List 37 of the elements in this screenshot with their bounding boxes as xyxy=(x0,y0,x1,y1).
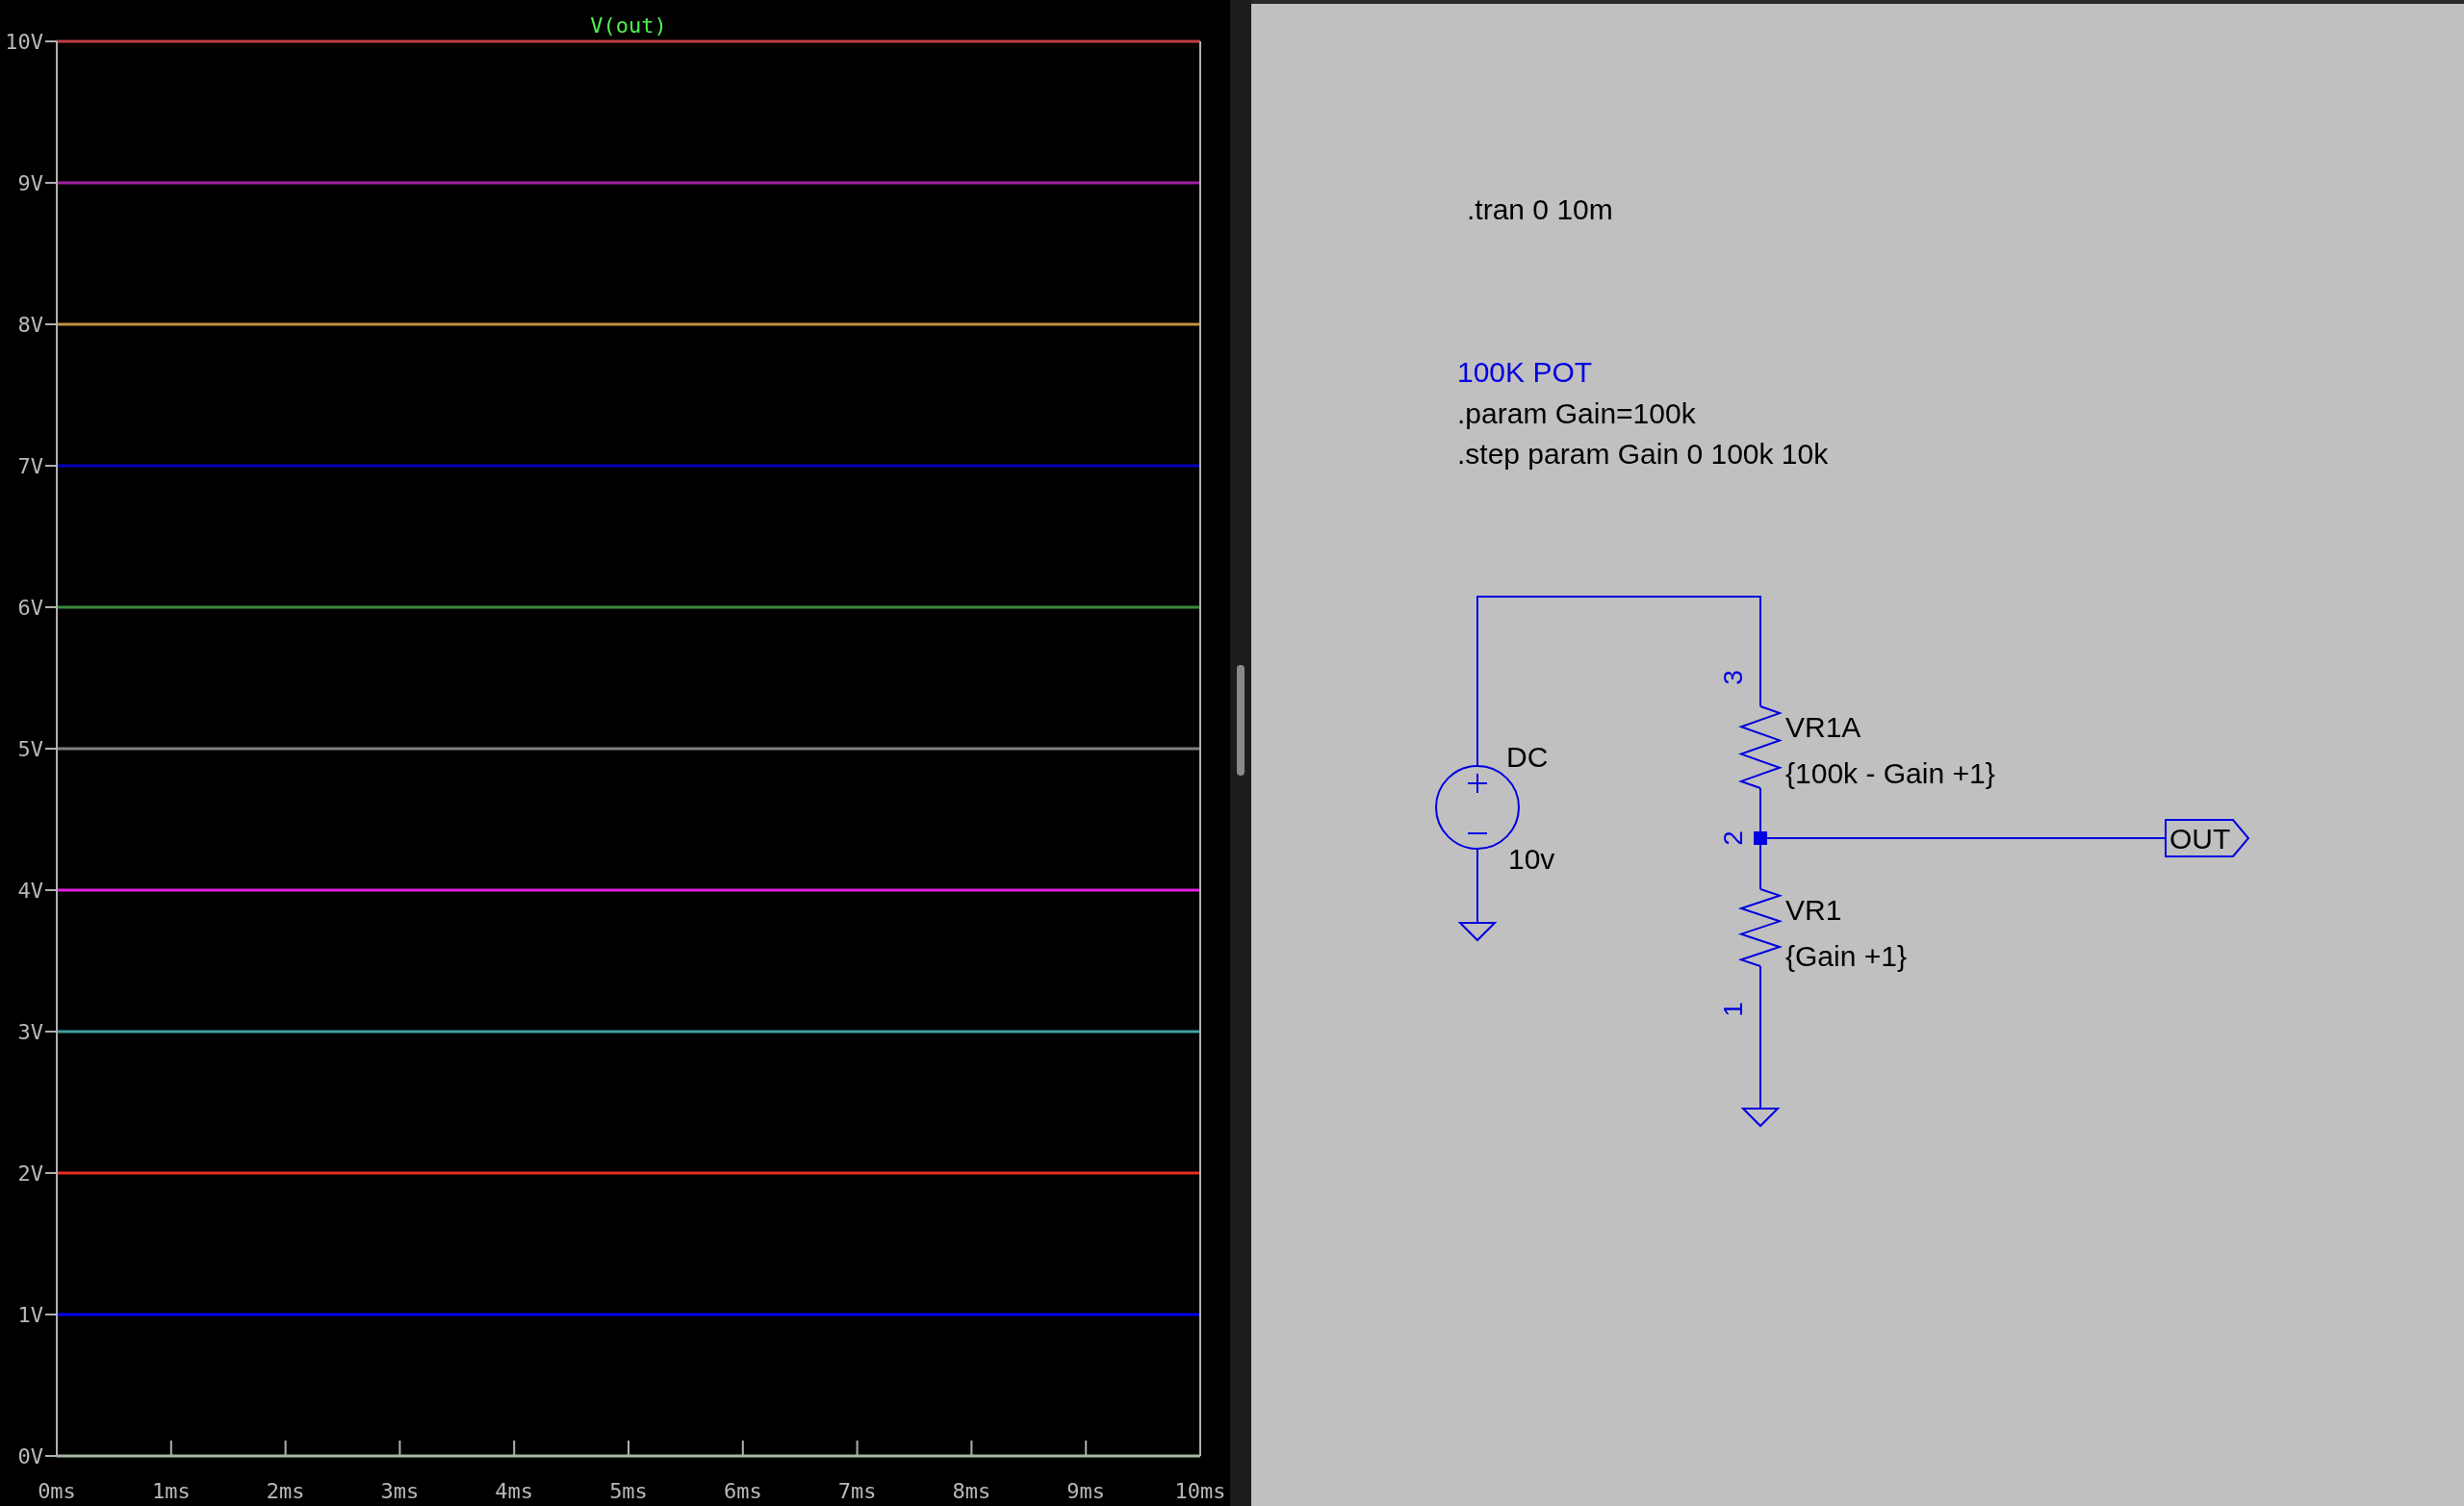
component-name: DC xyxy=(1506,741,1549,773)
tick-label: 2V xyxy=(17,1161,43,1186)
pin-number: 3 xyxy=(1718,670,1748,685)
tick-label: 6V xyxy=(17,596,43,620)
tick-label: 7V xyxy=(17,454,43,478)
tick-label: 8V xyxy=(17,313,43,337)
schematic-comment: 100K POT xyxy=(1457,356,1593,388)
component-value: {Gain +1} xyxy=(1785,940,1907,972)
tick-label: 10V xyxy=(5,30,43,54)
net-label: OUT xyxy=(2165,819,2250,857)
pin-number: 1 xyxy=(1718,1002,1748,1017)
component-name: VR1A xyxy=(1785,711,1861,743)
tick-label: 9ms xyxy=(1066,1479,1106,1503)
tick-label: 1V xyxy=(17,1303,43,1327)
tick-label: 5V xyxy=(17,737,43,761)
tick-label: 4V xyxy=(17,879,43,903)
tick-label: 0V xyxy=(17,1444,43,1468)
spice-directive: .param Gain=100k xyxy=(1457,397,1696,429)
tick-label: 6ms xyxy=(723,1479,762,1503)
tick-label: 3V xyxy=(17,1020,43,1044)
tick-label: 3ms xyxy=(380,1479,420,1503)
tick-label: 1ms xyxy=(151,1479,191,1503)
tick-label: 10ms xyxy=(1174,1479,1226,1503)
tick-label: 8ms xyxy=(952,1479,991,1503)
component-value: 10v xyxy=(1508,843,1555,875)
component-name: VR1 xyxy=(1785,894,1842,926)
tick-label: 5ms xyxy=(609,1479,648,1503)
pin-number: 2 xyxy=(1718,830,1748,846)
tick-label: 9V xyxy=(17,171,43,195)
chart-title: V(out) xyxy=(590,13,667,38)
spice-directive: .tran 0 10m xyxy=(1467,193,1613,225)
component-value: {100k - Gain +1} xyxy=(1785,757,1995,789)
tick-label: 7ms xyxy=(837,1479,877,1503)
tick-label: 4ms xyxy=(495,1479,534,1503)
tick-label: 2ms xyxy=(266,1479,305,1503)
tick-label: 0ms xyxy=(38,1479,76,1503)
spice-directive: .step param Gain 0 100k 10k xyxy=(1457,438,1829,470)
